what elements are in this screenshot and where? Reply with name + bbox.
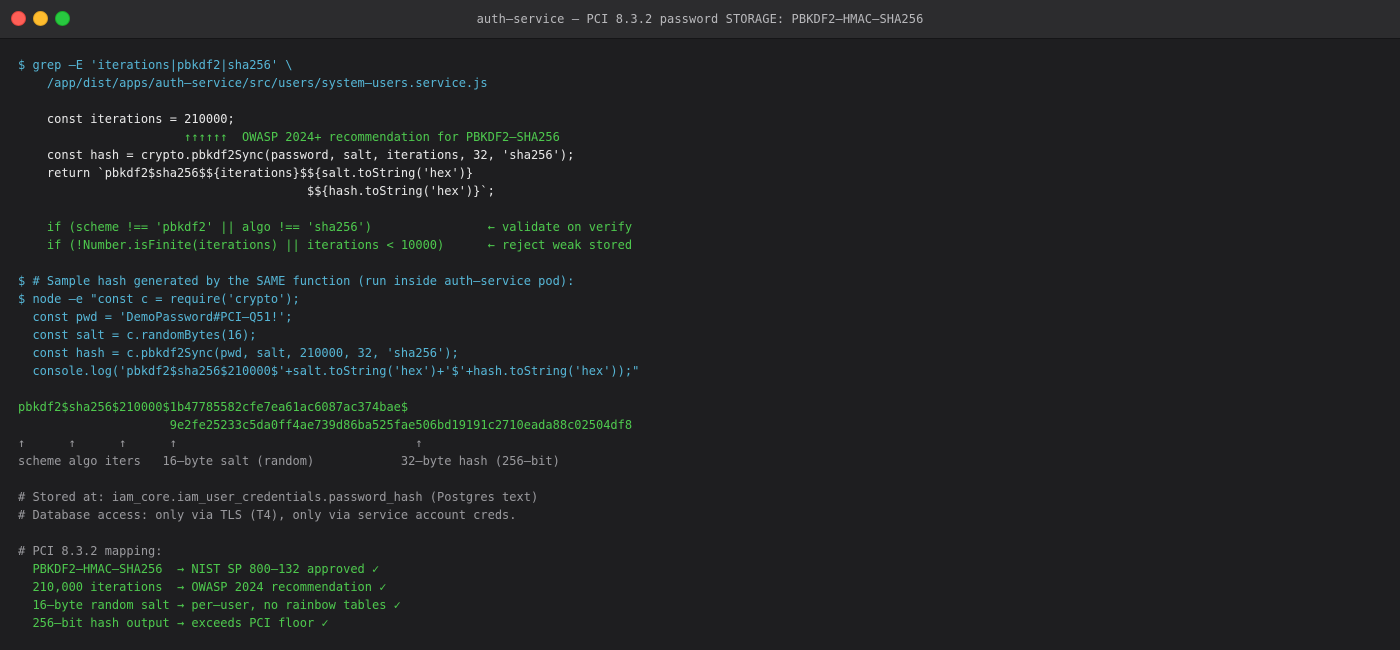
terminal-line: pbkdf2$sha256$210000$1b47785582cfe7ea61a… bbox=[18, 400, 409, 414]
terminal-line: const salt = c.randomBytes(16); bbox=[18, 328, 257, 342]
terminal-line: $ # Sample hash generated by the SAME fu… bbox=[18, 274, 575, 288]
terminal-line: const pwd = 'DemoPassword#PCI–Q51!'; bbox=[18, 310, 293, 324]
terminal-line: PBKDF2–HMAC–SHA256 → NIST SP 800–132 app… bbox=[18, 562, 380, 576]
terminal-line: const hash = crypto.pbkdf2Sync(password,… bbox=[18, 148, 575, 162]
zoom-window-button[interactable] bbox=[55, 11, 70, 26]
terminal-line: const hash = c.pbkdf2Sync(pwd, salt, 210… bbox=[18, 346, 459, 360]
terminal-line: $${hash.toString('hex')}`; bbox=[18, 184, 495, 198]
terminal-line: 9e2fe25233c5da0ff4ae739d86ba525fae506bd1… bbox=[18, 418, 633, 432]
terminal-line: if (scheme !== 'pbkdf2' || algo !== 'sha… bbox=[18, 220, 633, 234]
terminal-line: /app/dist/apps/auth–service/src/users/sy… bbox=[18, 76, 488, 90]
terminal-line: console.log('pbkdf2$sha256$210000$'+salt… bbox=[18, 364, 640, 378]
terminal-line: # Stored at: iam_core.iam_user_credentia… bbox=[18, 490, 539, 504]
terminal-window: auth–service — PCI 8.3.2 password STORAG… bbox=[0, 0, 1400, 650]
terminal-line: $ grep –E 'iterations|pbkdf2|sha256' \ bbox=[18, 58, 293, 72]
terminal-output[interactable]: $ grep –E 'iterations|pbkdf2|sha256' \ /… bbox=[0, 39, 1400, 632]
terminal-line: ↑↑↑↑↑↑ OWASP 2024+ recommendation for PB… bbox=[18, 130, 560, 144]
window-controls bbox=[11, 11, 70, 26]
terminal-line: return `pbkdf2$sha256$${iterations}$${sa… bbox=[18, 166, 474, 180]
window-title: auth–service — PCI 8.3.2 password STORAG… bbox=[476, 12, 924, 26]
terminal-line: scheme algo iters 16–byte salt (random) … bbox=[18, 454, 560, 468]
terminal-line: # PCI 8.3.2 mapping: bbox=[18, 544, 163, 558]
terminal-line: # Database access: only via TLS (T4), on… bbox=[18, 508, 517, 522]
terminal-line: $ node –e "const c = require('crypto'); bbox=[18, 292, 300, 306]
terminal-line: if (!Number.isFinite(iterations) || iter… bbox=[18, 238, 633, 252]
terminal-line: ↑ ↑ ↑ ↑ ↑ bbox=[18, 436, 423, 450]
terminal-line: 16–byte random salt → per–user, no rainb… bbox=[18, 598, 401, 612]
terminal-line: 256–bit hash output → exceeds PCI floor … bbox=[18, 616, 329, 630]
minimize-window-button[interactable] bbox=[33, 11, 48, 26]
title-bar: auth–service — PCI 8.3.2 password STORAG… bbox=[0, 0, 1400, 39]
terminal-line: const iterations = 210000; bbox=[18, 112, 235, 126]
terminal-line: 210,000 iterations → OWASP 2024 recommen… bbox=[18, 580, 387, 594]
close-window-button[interactable] bbox=[11, 11, 26, 26]
